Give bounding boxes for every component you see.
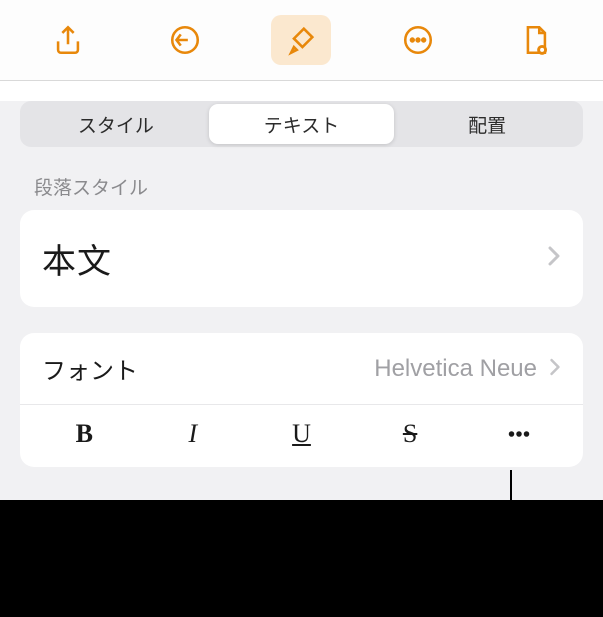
tab-text[interactable]: テキスト bbox=[209, 104, 395, 144]
chevron-right-icon bbox=[549, 353, 561, 384]
top-toolbar bbox=[0, 0, 603, 80]
font-value: Helvetica Neue bbox=[374, 355, 537, 383]
share-icon bbox=[51, 23, 85, 57]
italic-button[interactable]: I bbox=[139, 419, 248, 449]
undo-icon bbox=[168, 23, 202, 57]
format-buttons-row: B I U S bbox=[20, 405, 583, 467]
underline-button[interactable]: U bbox=[247, 419, 356, 449]
more-text-options-button[interactable] bbox=[464, 419, 573, 449]
document-icon bbox=[518, 23, 552, 57]
toolbar-divider bbox=[0, 80, 603, 81]
tab-style[interactable]: スタイル bbox=[23, 104, 209, 144]
share-button[interactable] bbox=[38, 15, 98, 65]
font-row[interactable]: フォント Helvetica Neue bbox=[20, 333, 583, 405]
document-options-button[interactable] bbox=[505, 15, 565, 65]
paragraph-style-value: 本文 bbox=[42, 234, 112, 283]
segmented-control: スタイル テキスト 配置 bbox=[20, 101, 583, 147]
font-value-wrap: Helvetica Neue bbox=[374, 353, 561, 384]
bold-button[interactable]: B bbox=[30, 419, 139, 449]
ellipsis-icon bbox=[504, 419, 534, 449]
undo-button[interactable] bbox=[155, 15, 215, 65]
chevron-right-icon bbox=[547, 243, 561, 274]
paragraph-section-label: 段落スタイル bbox=[0, 147, 603, 210]
more-button[interactable] bbox=[388, 15, 448, 65]
format-panel: スタイル テキスト 配置 段落スタイル 本文 フォント Helvetica Ne… bbox=[0, 101, 603, 521]
more-icon bbox=[401, 23, 435, 57]
paintbrush-icon bbox=[284, 23, 318, 57]
font-label: フォント bbox=[42, 351, 138, 386]
paragraph-style-row[interactable]: 本文 bbox=[20, 210, 583, 307]
font-card: フォント Helvetica Neue B I U S bbox=[20, 333, 583, 467]
strikethrough-button[interactable]: S bbox=[356, 419, 465, 449]
tab-arrange[interactable]: 配置 bbox=[394, 104, 580, 144]
bottom-letterbox bbox=[0, 500, 603, 617]
format-button[interactable] bbox=[271, 15, 331, 65]
